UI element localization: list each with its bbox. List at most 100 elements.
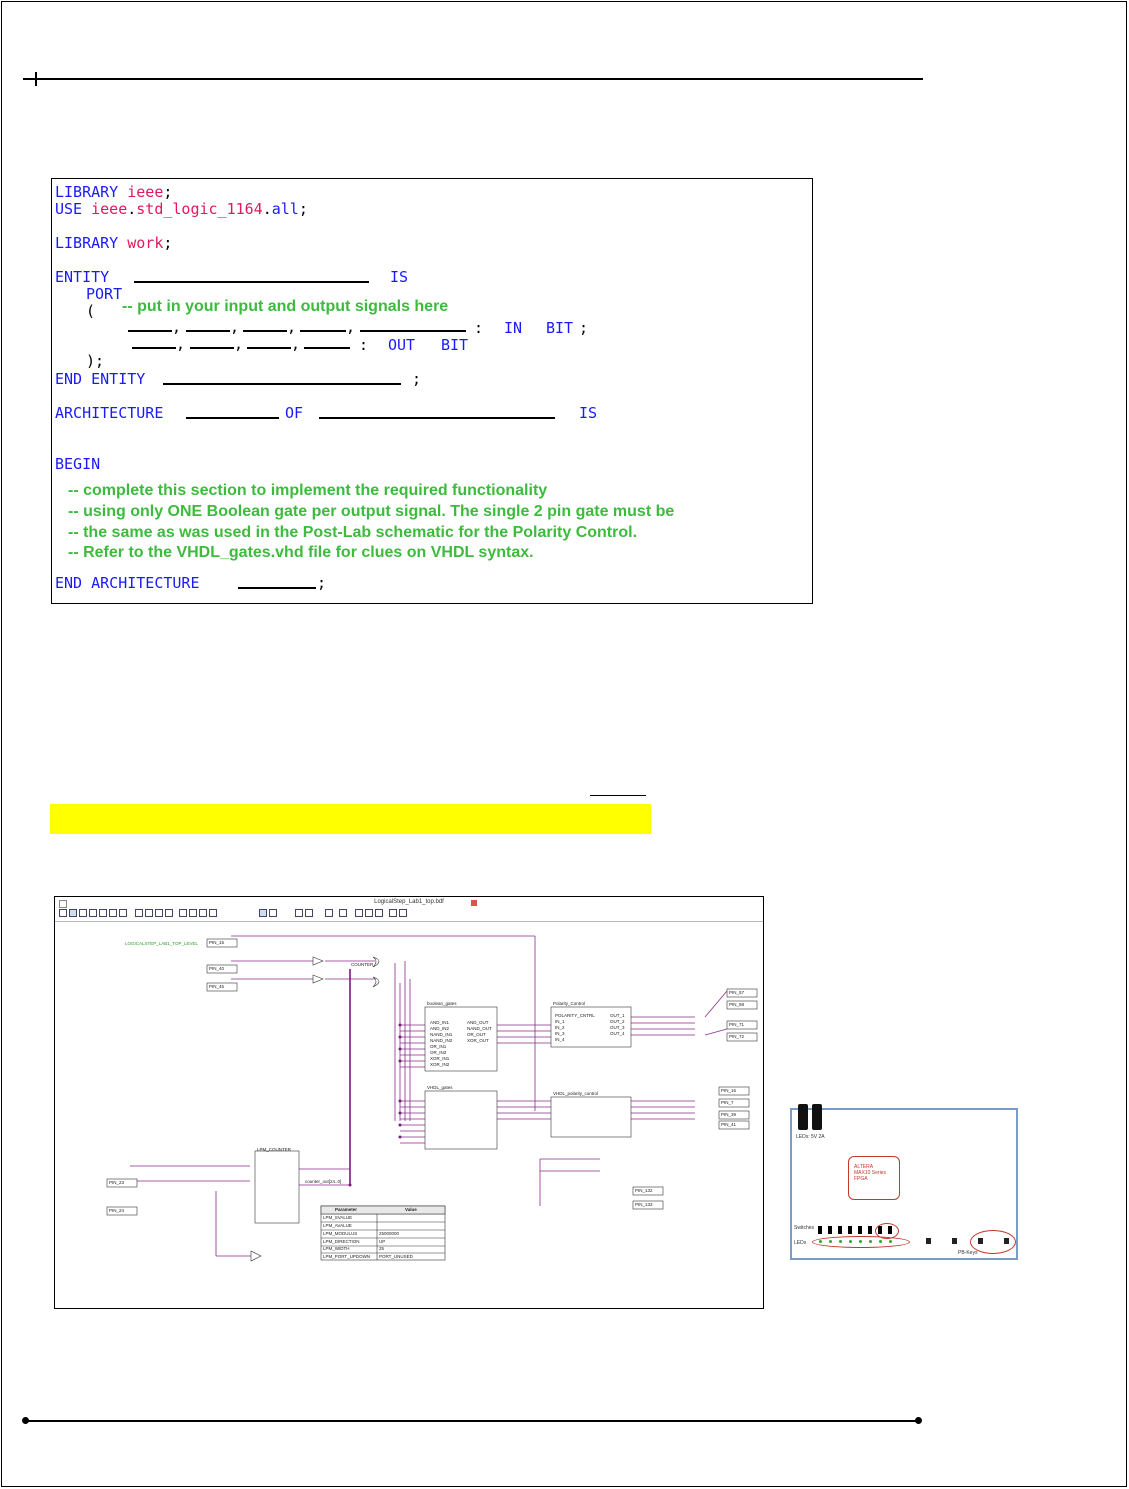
code-out-bit-type: BIT [441,336,469,354]
body-comment-2: -- using only ONE Boolean gate per outpu… [68,503,675,520]
output-blank-1 [132,347,176,349]
comma: , [291,335,301,353]
header-rule [23,78,923,80]
cut-icon[interactable] [355,909,363,917]
snap-tool-icon[interactable] [259,909,267,917]
pin-label: PIN_45 [209,984,225,989]
comma: , [230,318,240,336]
oval-tool-icon[interactable] [209,909,217,917]
code-entity-keyword: ENTITY [55,268,110,286]
switches-label: Switches [794,1225,815,1231]
close-icon[interactable] [471,900,477,906]
led-icon [839,1240,842,1243]
boolean-output-label: OR_OUT [467,1032,486,1037]
header-rule-tick [35,72,37,86]
pushbutton-icon [952,1238,957,1244]
wire-tool-icon[interactable] [145,909,153,917]
pin-label: PIN_41 [721,1122,737,1127]
polarity-control-block-label: Polarity_Control [553,1001,586,1006]
boolean-input-label: XOR_IN1 [430,1056,450,1061]
block-tool-icon[interactable] [135,909,143,917]
leds-label: LEDs [794,1240,807,1246]
flip-tool-icon[interactable] [295,909,303,917]
led-icon [849,1240,852,1243]
param-name: LPM_MODULUS [323,1231,358,1236]
boolean-input-label: AND_IN2 [430,1026,450,1031]
semicolon: ; [317,574,327,592]
copy-icon[interactable] [365,909,373,917]
redo-icon[interactable] [399,909,407,917]
led-icon [859,1240,862,1243]
input-blank-5 [360,330,466,332]
code-out-keyword: OUT [388,336,416,354]
polarity-input-label: IN_3 [555,1031,565,1036]
param-name: LPM_SVALUE [323,1215,353,1220]
boolean-gates-block-label: boolean_gates [427,1001,457,1006]
port-comment: -- put in your input and output signals … [122,298,449,315]
rotate-tool-icon[interactable] [305,909,313,917]
code-arch-is-keyword: IS [579,404,598,422]
boolean-input-label: NAND_IN1 [430,1032,453,1037]
text-tool-icon[interactable] [99,909,107,917]
yellow-highlight-bar [50,804,651,834]
architecture-entity-blank [319,417,555,419]
print-icon[interactable] [339,909,347,917]
param-name: LPM_PORT_UPDOWN [323,1254,371,1259]
rubberband-tool-icon[interactable] [269,909,277,917]
polarity-input-label: IN_1 [555,1019,565,1024]
battery-icon [812,1104,822,1130]
footer-rule [25,1420,919,1422]
short-underline [590,795,646,796]
pin-label: PIN_71 [729,1022,745,1027]
pointer-tool-icon[interactable] [69,909,77,917]
vhdl-gates-block-label: VHDL_gates [427,1085,453,1090]
body-comment-1: -- complete this section to implement th… [68,482,548,499]
save-icon[interactable] [325,909,333,917]
boolean-output-label: AND_OUT [467,1020,489,1025]
battery-icon [798,1104,808,1130]
pin-tool-icon[interactable] [119,909,127,917]
code-open-paren: ( [86,302,96,320]
polarity-input-label: IN_2 [555,1025,565,1030]
board-diagram: LEDs: 5V 2A ALTERA MAX10 Series FPGA Swi… [790,1104,1018,1260]
undo-icon[interactable] [389,909,397,917]
switch-icon [868,1226,872,1234]
symbol-tool-icon[interactable] [109,909,117,917]
hand-tool-icon[interactable] [89,909,97,917]
code-close-paren: ); [86,352,105,370]
comma: , [172,318,182,336]
counter-out-label: counter_out[24..0] [305,1179,342,1184]
toolbar-tool-icon[interactable] [59,909,67,917]
schematic-window-title: LogicalStep_Lab1_top.bdf [374,899,444,905]
entity-name-blank [134,281,369,283]
boolean-input-label: NAND_IN2 [430,1038,453,1043]
input-blank-1 [128,330,172,332]
polarity-input-label: POLARITY_CNTRL [555,1013,595,1018]
rect-tool-icon[interactable] [199,909,207,917]
conduit-tool-icon[interactable] [165,909,173,917]
comma: , [346,318,356,336]
pin-label: PIN_57 [729,990,745,995]
pin-label: PIN_23 [109,1180,125,1185]
zoom-tool-icon[interactable] [79,909,87,917]
paste-icon[interactable] [375,909,383,917]
param-table-header: Value [405,1207,417,1212]
code-end-architecture: END ARCHITECTURE [55,574,200,592]
fpga-chip-text: ALTERA MAX10 Series FPGA [854,1164,886,1182]
switch-icon [818,1226,822,1234]
code-begin-keyword: BEGIN [55,455,101,473]
code-of-keyword: OF [285,404,304,422]
lpm-counter-block-label: LPM_COUNTER [257,1147,292,1152]
polarity-output-label: OUT_3 [610,1025,625,1030]
arc-tool-icon[interactable] [189,909,197,917]
param-name: LPM_DIRECTION [323,1239,360,1244]
line-tool-icon[interactable] [179,909,187,917]
semicolon: ; [579,319,589,337]
footer-rule-dot-right [915,1417,922,1424]
schematic-screenshot: LogicalStep_Lab1_top.bdf LOGICALSTEP_LAB… [54,896,764,1309]
end-entity-name-blank [163,383,401,385]
polarity-output-label: OUT_2 [610,1019,625,1024]
polarity-output-label: OUT_4 [610,1031,625,1036]
bus-tool-icon[interactable] [155,909,163,917]
pin-label: PIN_58 [729,1002,745,1007]
